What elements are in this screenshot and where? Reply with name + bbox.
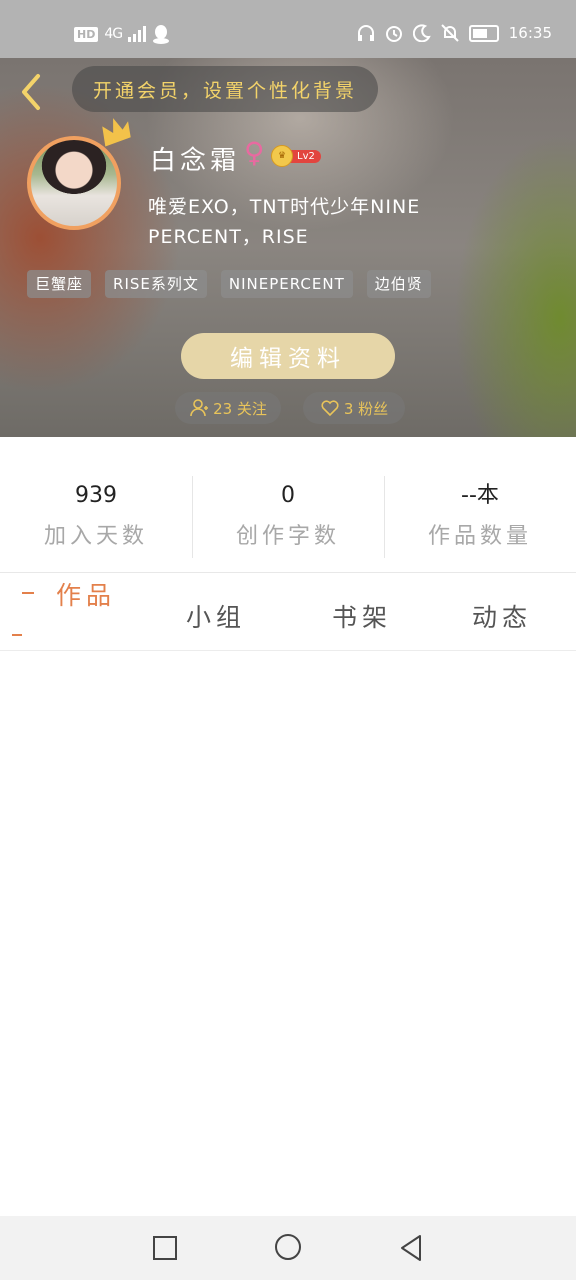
stat-label: 创作字数: [235, 524, 340, 549]
female-gender-icon: ♀: [244, 136, 265, 169]
avatar[interactable]: [27, 136, 121, 230]
active-tab-underline: [12, 634, 22, 636]
battery-icon: [468, 24, 499, 42]
system-nav-bar: [0, 1216, 576, 1280]
back-arrow-icon[interactable]: [16, 72, 48, 112]
status-left: HD 4G: [74, 24, 170, 44]
recent-apps-icon[interactable]: [153, 1236, 177, 1260]
fans-label: 3 粉丝: [343, 399, 389, 418]
tag-item[interactable]: NINEPERCENT: [220, 270, 353, 298]
tag-list: 巨蟹座 RISE系列文 NINEPERCENT 边伯贤: [27, 270, 431, 298]
stat-works-count: --本 作品数量: [384, 476, 576, 558]
profile-header: 开通会员，设置个性化背景 白念霜 ♀ ♛ Lv2 唯爱EXO，TNT时代少年NI…: [0, 58, 576, 437]
home-icon[interactable]: [275, 1234, 301, 1260]
stat-join-days: 939 加入天数: [0, 476, 192, 558]
hd-label: HD: [74, 26, 99, 42]
tab-groups[interactable]: 小组: [186, 598, 246, 634]
status-time: 16:35: [508, 24, 552, 42]
signal-icon: [128, 26, 147, 42]
tag-item[interactable]: 巨蟹座: [27, 270, 92, 298]
tab-works[interactable]: 作品: [56, 576, 116, 612]
edit-profile-button[interactable]: 编辑资料: [181, 333, 395, 379]
active-tab-indicator: [22, 592, 34, 594]
tag-item[interactable]: 边伯贤: [366, 270, 431, 298]
mute-icon: [441, 24, 459, 42]
headphones-icon: [357, 25, 374, 41]
tab-activity[interactable]: 动态: [472, 598, 532, 634]
fans-button[interactable]: 3 粉丝: [303, 392, 405, 424]
stats-row: 939 加入天数 0 创作字数 --本 作品数量: [0, 476, 576, 558]
following-label: 23 关注: [213, 399, 267, 418]
status-right: 16:35: [357, 24, 552, 42]
tab-content-area: [0, 651, 576, 1216]
vip-banner-button[interactable]: 开通会员，设置个性化背景: [72, 66, 378, 112]
stat-label: 作品数量: [427, 524, 532, 549]
heart-icon: [321, 400, 339, 417]
network-type: 4G: [104, 26, 123, 42]
stat-value: 939: [75, 483, 117, 508]
following-button[interactable]: 23 关注: [175, 392, 281, 424]
crown-coin-icon: ♛: [271, 145, 293, 167]
stat-value: 0: [281, 483, 295, 508]
divider: [0, 572, 576, 573]
moon-icon: [412, 24, 431, 42]
person-icon: [190, 399, 209, 417]
level-badge[interactable]: ♛ Lv2: [271, 145, 321, 167]
username: 白念霜: [150, 146, 241, 176]
nav-back-icon[interactable]: [398, 1232, 424, 1264]
stat-word-count: 0 创作字数: [192, 476, 384, 558]
stat-value: --本: [461, 483, 499, 508]
status-bar: HD 4G 16:35: [0, 0, 576, 58]
tab-bookshelf[interactable]: 书架: [332, 598, 392, 634]
tag-item[interactable]: RISE系列文: [105, 270, 207, 298]
alarm-icon: [385, 26, 402, 42]
crown-icon: [102, 118, 131, 147]
stat-label: 加入天数: [43, 524, 148, 549]
qq-icon: [153, 25, 170, 44]
profile-bio: 唯爱EXO，TNT时代少年NINE PERCENT，RISE: [148, 196, 421, 248]
